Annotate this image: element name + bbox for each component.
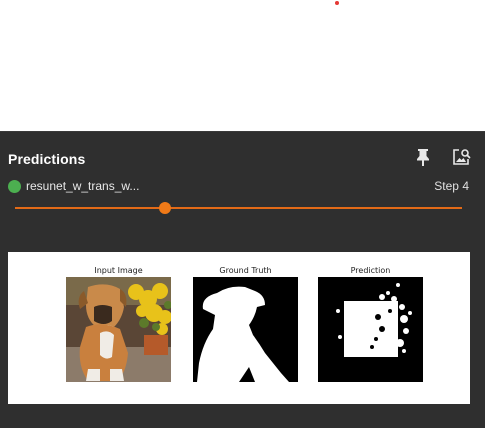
pin-icon[interactable] [414,147,432,167]
panel-title: Predictions [8,151,86,167]
run-color-dot [8,179,21,193]
subplot-title: Ground Truth [219,266,272,275]
slider-track[interactable] [15,207,462,209]
prediction-mask [318,277,423,382]
prediction-image[interactable]: Input Image Ground Truth Prediction [8,252,470,404]
run-name: resunet_w_trans_w... [26,179,140,193]
ground-truth-mask [193,277,298,382]
slider-handle[interactable] [158,202,171,214]
input-image-panel: Input Image [66,266,171,382]
image-search-icon[interactable] [451,147,471,167]
input-image [66,277,171,382]
marker-dot [335,1,339,5]
run-label[interactable]: resunet_w_trans_w... [8,178,139,194]
ground-truth-panel: Ground Truth [193,266,298,382]
predictions-panel: Predictions resunet_w_trans_w... Step 4 … [0,131,485,428]
step-slider[interactable] [15,200,462,216]
step-label: Step 4 [434,179,469,193]
prediction-panel: Prediction [318,266,423,382]
subplot-title: Prediction [350,266,391,275]
subplot-title: Input Image [94,266,143,275]
